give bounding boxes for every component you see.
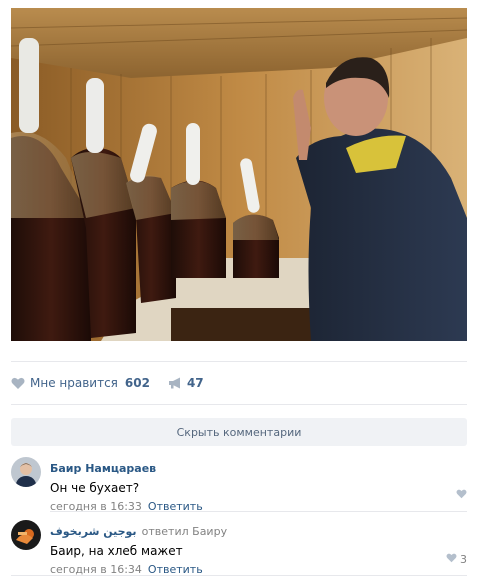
- comment-item: Баир Намцараев Он че бухает? сегодня в 1…: [11, 457, 467, 513]
- comment-like-button[interactable]: 3: [446, 553, 467, 566]
- replied-to-link[interactable]: ответил Баиру: [142, 525, 227, 538]
- like-count: 602: [124, 376, 150, 390]
- comment-like-button[interactable]: [456, 489, 467, 502]
- separator: [11, 575, 467, 576]
- avatar[interactable]: [11, 520, 41, 550]
- comment-author[interactable]: Баир Намцараев: [50, 462, 156, 475]
- comment-author[interactable]: بوجين شربخوف: [50, 525, 137, 538]
- separator: [50, 511, 467, 512]
- comment-like-count: 3: [460, 553, 467, 566]
- like-button[interactable]: Мне нравится 602: [11, 376, 150, 390]
- share-button[interactable]: 47: [168, 376, 204, 390]
- heart-icon: [446, 553, 457, 566]
- separator: [11, 361, 467, 362]
- comment-item: بوجين شربخوف ответил Баиру Баир, на хлеб…: [11, 520, 467, 576]
- post-photo-illustration: [11, 8, 467, 341]
- heart-icon: [11, 377, 25, 390]
- avatar[interactable]: [11, 457, 41, 487]
- like-label: Мне нравится: [30, 376, 118, 390]
- post-actions-bar: Мне нравится 602 47: [11, 372, 204, 394]
- comment-text: Баир, на хлеб мажет: [50, 544, 183, 558]
- share-count: 47: [186, 376, 204, 390]
- comment-text: Он че бухает?: [50, 481, 140, 495]
- post-photo[interactable]: [11, 8, 467, 341]
- separator: [11, 404, 467, 405]
- megaphone-icon: [168, 377, 182, 389]
- heart-icon: [456, 489, 467, 502]
- hide-comments-button[interactable]: Скрыть комментарии: [11, 418, 467, 446]
